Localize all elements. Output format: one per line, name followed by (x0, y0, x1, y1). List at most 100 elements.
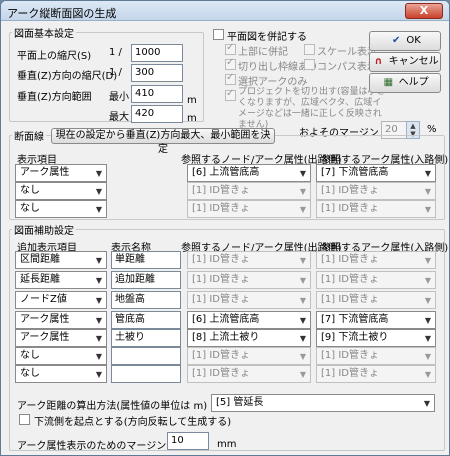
section-out-value: [1] ID管きょ (192, 203, 250, 214)
dropdown-arrow-icon: ▼ (299, 205, 306, 214)
aux-name-input[interactable]: 地盤高 (111, 291, 181, 309)
max-unit: m (187, 113, 197, 124)
dropdown-arrow-icon: ▼ (424, 276, 431, 285)
dropdown-arrow-icon: ▼ (424, 256, 431, 265)
aux-out-select[interactable]: [1] ID管きょ ▼ (187, 365, 311, 383)
cancel-button[interactable]: ∩ キャンセル (369, 52, 441, 72)
min-unit: m (187, 95, 197, 106)
aux-out-select[interactable]: [8] 上流土被り ▼ (187, 329, 311, 347)
project-cut-checkbox[interactable] (225, 88, 236, 101)
aux-name-input[interactable]: 管底高 (111, 311, 181, 329)
section-out-select[interactable]: [1] ID管きょ ▼ (187, 200, 311, 218)
section-item-select[interactable]: なし ▼ (15, 182, 107, 200)
dropdown-arrow-icon: ▼ (424, 316, 431, 325)
aux-name-input[interactable]: 追加距離 (111, 271, 181, 289)
magnet-icon: ∩ (374, 56, 383, 67)
aux-item-select[interactable]: アーク属性 ▼ (15, 329, 107, 347)
dropdown-arrow-icon: ▼ (423, 399, 430, 408)
min-input[interactable]: 410 (131, 85, 183, 103)
aux-in-value: [1] ID管きょ (321, 294, 379, 305)
attr-margin-input[interactable]: 10 (167, 432, 209, 450)
aux-in-select[interactable]: [9] 下流土被り ▼ (316, 329, 436, 347)
dropdown-arrow-icon: ▼ (299, 334, 306, 343)
cut-frame-checkbox[interactable] (225, 57, 236, 70)
aux-in-select[interactable]: [1] ID管きょ ▼ (316, 251, 436, 269)
close-button[interactable]: X (405, 3, 443, 19)
dropdown-arrow-icon: ▼ (95, 276, 102, 285)
compass-label: コンパス表示 (317, 62, 377, 73)
aux-in-select[interactable]: [1] ID管きょ ▼ (316, 347, 436, 365)
section-line-label: 断面線 (12, 128, 46, 143)
plan-scale-input[interactable]: 1000 (131, 44, 183, 62)
section-in-select[interactable]: [7] 下流管底高 ▼ (316, 164, 436, 182)
compass-checkbox[interactable] (304, 59, 315, 70)
title-bar: アーク縦断面図の生成 X (1, 1, 449, 21)
aux-out-select[interactable]: [1] ID管きょ ▼ (187, 251, 311, 269)
section-item-value: なし (20, 203, 40, 214)
basic-settings-label: 図面基本設定 (12, 25, 76, 40)
vert-scale-label: 垂直(Z)方向の縮尺(D) (17, 71, 118, 82)
aux-out-value: [1] ID管きょ (192, 254, 250, 265)
dropdown-arrow-icon: ▼ (299, 256, 306, 265)
downstream-origin-label: 下流側を起点とする(方向反転して生成する) (34, 417, 232, 428)
selected-arc-checkbox[interactable] (225, 72, 236, 85)
downstream-origin-checkbox[interactable] (19, 414, 30, 425)
aux-in-select[interactable]: [1] ID管きょ ▼ (316, 291, 436, 309)
dropdown-arrow-icon: ▼ (95, 205, 102, 214)
dropdown-arrow-icon: ▼ (299, 276, 306, 285)
aux-item-select[interactable]: 区間距離 ▼ (15, 251, 107, 269)
aux-out-value: [8] 上流土被り (192, 332, 260, 343)
aux-name-input[interactable] (111, 365, 181, 383)
section-in-select[interactable]: [1] ID管きょ ▼ (316, 200, 436, 218)
aux-out-select[interactable]: [1] ID管きょ ▼ (187, 291, 311, 309)
plan-view-label: 平面図を併記する (227, 32, 307, 43)
aux-item-select[interactable]: アーク属性 ▼ (15, 311, 107, 329)
aux-settings-label: 図面補助設定 (12, 222, 76, 237)
help-button[interactable]: ▦ ヘルプ (369, 73, 441, 93)
section-item-value: なし (20, 185, 40, 196)
aux-name-input[interactable]: 単距離 (111, 251, 181, 269)
vert-scale-input[interactable]: 300 (131, 64, 183, 82)
scale-display-checkbox[interactable] (304, 44, 315, 55)
dropdown-arrow-icon: ▼ (95, 334, 102, 343)
section-out-select[interactable]: [6] 上流管底高 ▼ (187, 164, 311, 182)
section-out-select[interactable]: [1] ID管きょ ▼ (187, 182, 311, 200)
section-out-value: [6] 上流管底高 (192, 167, 260, 178)
ok-button[interactable]: ✔ OK (369, 31, 441, 51)
section-item-select[interactable]: アーク属性 ▼ (15, 164, 107, 182)
aux-item-select[interactable]: なし ▼ (15, 365, 107, 383)
aux-out-value: [1] ID管きょ (192, 368, 250, 379)
aux-in-select[interactable]: [7] 下流管底高 ▼ (316, 311, 436, 329)
section-in-select[interactable]: [1] ID管きょ ▼ (316, 182, 436, 200)
help-button-label: ヘルプ (398, 77, 429, 88)
aux-in-select[interactable]: [1] ID管きょ ▼ (316, 365, 436, 383)
selected-arc-label: 選択アークのみ (238, 77, 308, 88)
aux-in-value: [1] ID管きょ (321, 274, 379, 285)
aux-item-select[interactable]: ノードZ値 ▼ (15, 291, 107, 309)
section-item-select[interactable]: なし ▼ (15, 200, 107, 218)
aux-name-input[interactable]: 土被り (111, 329, 181, 347)
top-annotate-checkbox[interactable] (225, 42, 236, 55)
help-book-icon: ▦ (383, 77, 394, 88)
aux-item-select[interactable]: 延長距離 ▼ (15, 271, 107, 289)
dropdown-arrow-icon: ▼ (95, 352, 102, 361)
dropdown-arrow-icon: ▼ (95, 169, 102, 178)
plan-scale-prefix: 1 / (109, 47, 122, 58)
max-input[interactable]: 420 (131, 105, 183, 123)
distance-method-select[interactable]: [5] 管延長 ▼ (211, 394, 435, 412)
aux-out-select[interactable]: [1] ID管きょ ▼ (187, 347, 311, 365)
aux-item-select[interactable]: なし ▼ (15, 347, 107, 365)
aux-out-select[interactable]: [1] ID管きょ ▼ (187, 271, 311, 289)
aux-in-select[interactable]: [1] ID管きょ ▼ (316, 271, 436, 289)
dropdown-arrow-icon: ▼ (424, 370, 431, 379)
dropdown-arrow-icon: ▼ (95, 256, 102, 265)
top-annotate-label: 上部に併記 (238, 47, 288, 58)
dropdown-arrow-icon: ▼ (424, 352, 431, 361)
aux-name-input[interactable] (111, 347, 181, 365)
aux-in-value: [7] 下流管底高 (321, 314, 389, 325)
plan-view-checkbox[interactable] (213, 29, 224, 40)
dropdown-arrow-icon: ▼ (299, 316, 306, 325)
aux-out-value: [6] 上流管底高 (192, 314, 260, 325)
set-range-button[interactable]: 現在の設定から垂直(Z)方向最大、最小範囲を決定 (51, 128, 275, 155)
aux-out-select[interactable]: [6] 上流管底高 ▼ (187, 311, 311, 329)
